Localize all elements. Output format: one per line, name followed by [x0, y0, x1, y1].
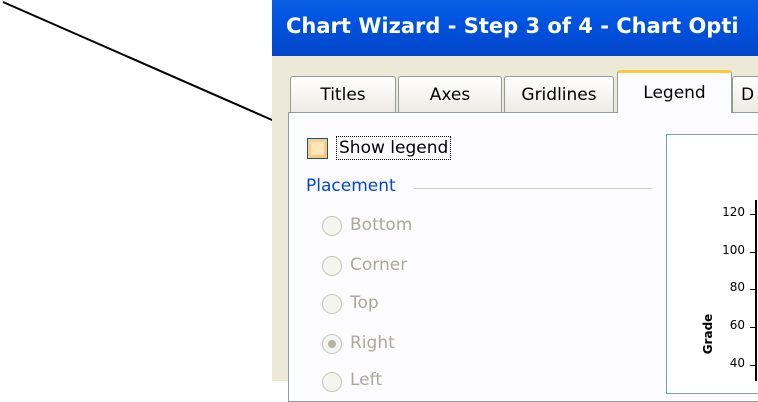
- preview-ytick: [750, 214, 756, 215]
- tab-data-table[interactable]: D: [732, 76, 758, 112]
- placement-corner-label: Corner: [350, 255, 408, 275]
- placement-right-label: Right: [350, 333, 395, 353]
- radio-selected-dot-icon: [328, 340, 336, 348]
- title-bar[interactable]: Chart Wizard - Step 3 of 4 - Chart Opti: [272, 0, 758, 56]
- tab-titles[interactable]: Titles: [290, 76, 396, 112]
- tab-legend[interactable]: Legend: [617, 70, 732, 113]
- radio-circle-icon: [322, 256, 342, 276]
- radio-circle-icon: [322, 372, 342, 392]
- placement-group-divider: [414, 188, 652, 189]
- placement-right-radio[interactable]: [322, 334, 342, 354]
- placement-bottom-radio[interactable]: [322, 216, 342, 236]
- tab-axes[interactable]: Axes: [398, 76, 502, 112]
- preview-ytick-label: 120: [722, 205, 745, 219]
- preview-ytick-label: 60: [729, 318, 745, 332]
- show-legend-text: Show legend: [339, 138, 449, 158]
- radio-circle-icon: [322, 294, 342, 314]
- preview-ytick: [750, 289, 756, 290]
- preview-ytick: [750, 365, 756, 366]
- tab-gridlines[interactable]: Gridlines: [504, 76, 614, 112]
- checkbox-fill: [311, 142, 324, 155]
- window-title: Chart Wizard - Step 3 of 4 - Chart Opti: [286, 14, 739, 38]
- preview-ytick: [750, 252, 756, 253]
- radio-circle-icon: [322, 216, 342, 236]
- preview-ytick-label: 100: [722, 243, 745, 257]
- preview-ytick-label: 80: [729, 280, 745, 294]
- show-legend-checkbox[interactable]: [307, 138, 328, 159]
- preview-ytick: [750, 327, 756, 328]
- placement-bottom-label: Bottom: [350, 215, 413, 235]
- placement-group-label: Placement: [306, 176, 396, 196]
- placement-top-label: Top: [350, 293, 379, 313]
- placement-left-label: Left: [350, 370, 382, 390]
- preview-ytick-label: 40: [729, 356, 745, 370]
- show-legend-label[interactable]: Show legend: [336, 136, 452, 160]
- preview-y-axis-line: [755, 200, 757, 381]
- placement-top-radio[interactable]: [322, 294, 342, 314]
- placement-left-radio[interactable]: [322, 372, 342, 392]
- placement-corner-radio[interactable]: [322, 256, 342, 276]
